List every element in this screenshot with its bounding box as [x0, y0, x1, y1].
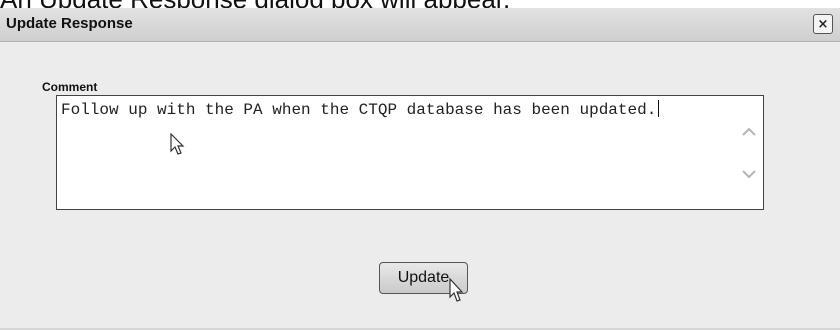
update-response-dialog: Update Response × Comment Follow up with…	[0, 8, 840, 330]
chevron-down-icon[interactable]	[739, 164, 759, 184]
arrow-cursor-icon	[170, 133, 185, 155]
chevron-up-icon[interactable]	[739, 122, 759, 142]
arrow-cursor-icon	[449, 278, 464, 302]
dialog-title-bar[interactable]: Update Response ×	[0, 8, 840, 42]
comment-textarea[interactable]: Follow up with the PA when the CTQP data…	[57, 96, 735, 209]
instruction-caption: An Update Response dialog box will appea…	[0, 0, 840, 8]
comment-text: Follow up with the PA when the CTQP data…	[61, 101, 657, 119]
comment-textarea-box[interactable]: Follow up with the PA when the CTQP data…	[56, 95, 764, 210]
dialog-title: Update Response	[6, 15, 133, 32]
text-caret	[658, 100, 660, 117]
comment-label: Comment	[42, 80, 98, 94]
close-button[interactable]: ×	[813, 14, 833, 34]
update-button-label: Update	[397, 269, 450, 286]
textarea-scrollbar[interactable]	[735, 96, 763, 209]
close-icon: ×	[817, 16, 829, 32]
